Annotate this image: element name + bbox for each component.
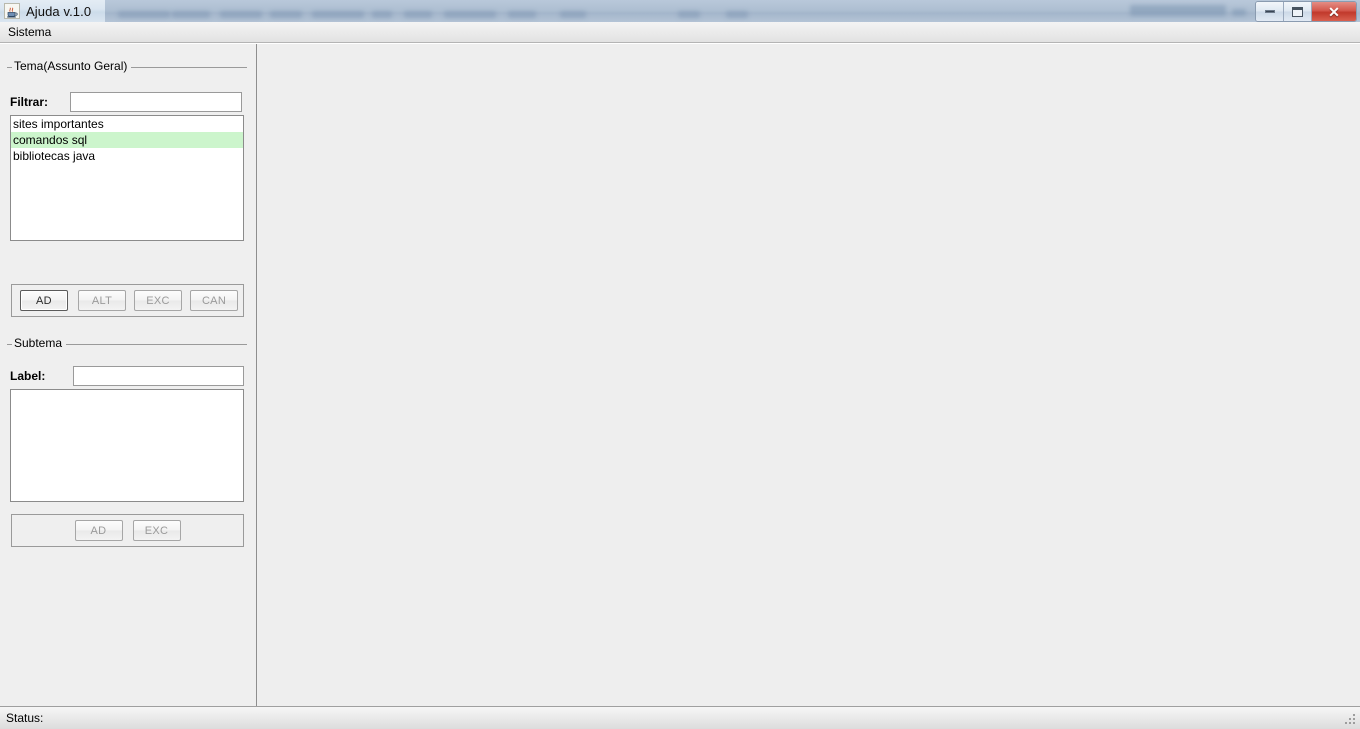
tema-exc-button[interactable]: EXC (134, 290, 182, 311)
java-coffee-cup-icon (4, 3, 20, 19)
tema-button-bar: AD ALT EXC CAN (11, 284, 244, 317)
tema-ad-button[interactable]: AD (20, 290, 68, 311)
list-item[interactable]: sites importantes (11, 116, 243, 132)
subtema-exc-button[interactable]: EXC (132, 520, 181, 541)
maximize-icon (1292, 6, 1303, 17)
tema-can-button[interactable]: CAN (190, 290, 238, 311)
application-window: Ajuda v.1.0 ✕ Sistema Tema(Assunto Geral… (0, 0, 1360, 729)
subtema-list[interactable] (10, 389, 244, 502)
main-content-panel (258, 44, 1360, 707)
desktop-background-strip (0, 0, 1360, 22)
minimize-button[interactable] (1256, 2, 1284, 21)
status-label: Status: (6, 711, 44, 725)
minimize-icon (1264, 10, 1275, 13)
subtema-group-title: Subtema (12, 336, 67, 351)
label-row: Label: (10, 366, 244, 386)
filter-row: Filtrar: (10, 92, 244, 112)
tema-group-title: Tema(Assunto Geral) (12, 59, 132, 74)
filter-label: Filtrar: (10, 95, 49, 109)
title-bar-left: Ajuda v.1.0 (0, 0, 106, 22)
tema-list[interactable]: sites importantes comandos sql bibliotec… (10, 115, 244, 241)
close-button[interactable]: ✕ (1312, 2, 1356, 21)
filter-input[interactable] (70, 92, 243, 112)
left-panel: Tema(Assunto Geral) Filtrar: sites impor… (0, 44, 257, 707)
subtema-group: Subtema Label: (7, 336, 247, 502)
menu-item-sistema[interactable]: Sistema (0, 23, 59, 42)
list-item[interactable]: comandos sql (11, 132, 243, 148)
subtema-ad-button[interactable]: AD (74, 520, 123, 541)
status-bar: Status: (0, 706, 1360, 729)
tema-alt-button[interactable]: ALT (78, 290, 126, 311)
content-area: Tema(Assunto Geral) Filtrar: sites impor… (0, 43, 1360, 707)
close-icon: ✕ (1328, 3, 1340, 20)
label-label: Label: (10, 369, 46, 383)
resize-grip[interactable] (1344, 713, 1357, 726)
window-title: Ajuda v.1.0 (26, 3, 92, 19)
tema-group-body: Filtrar: sites importantes comandos sql … (7, 75, 247, 274)
label-input[interactable] (73, 366, 244, 386)
window-controls: ✕ (1255, 1, 1357, 22)
list-item[interactable]: bibliotecas java (11, 148, 243, 164)
maximize-button[interactable] (1284, 2, 1312, 21)
tema-group: Tema(Assunto Geral) Filtrar: sites impor… (7, 59, 247, 274)
menu-bar: Sistema (0, 22, 1360, 43)
subtema-button-bar: AD EXC (11, 514, 244, 547)
subtema-group-body: Label: (7, 352, 247, 502)
